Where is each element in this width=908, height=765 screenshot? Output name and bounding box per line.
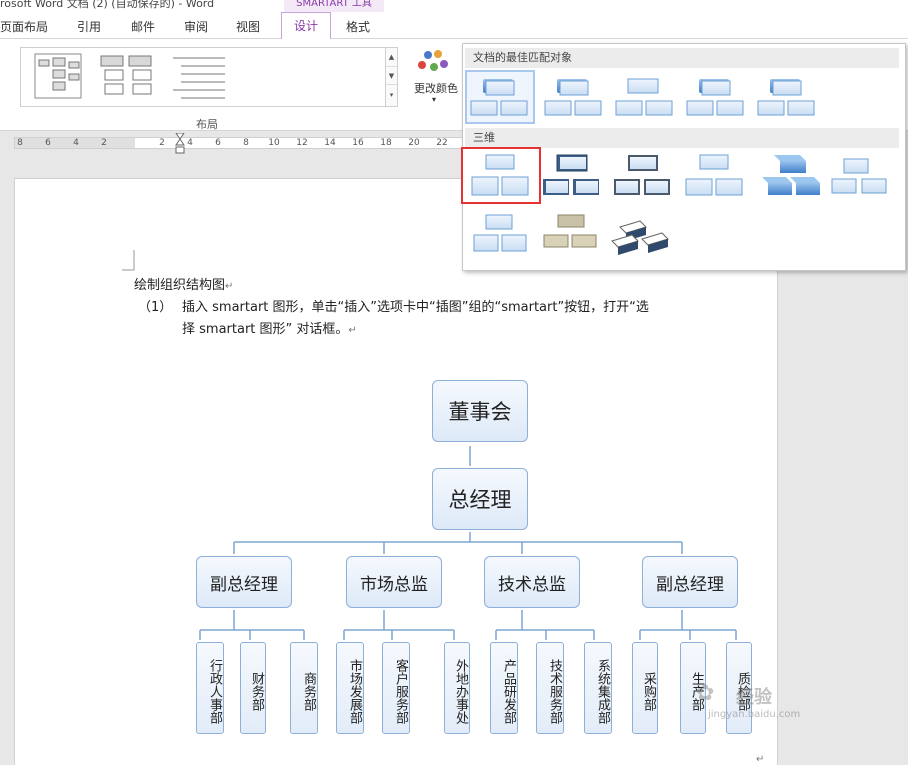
style-option-5[interactable] [757,79,815,116]
org-node-leaf[interactable]: 市场发展部 [332,639,364,734]
style-3d-option-5[interactable] [762,155,820,195]
style-3d-option-8[interactable] [543,214,597,248]
style-option-1[interactable] [465,70,535,124]
org-node-leaf[interactable]: 财务部 [236,639,266,734]
org-node-dept[interactable]: 技术总监 [475,551,580,608]
org-node-leaf[interactable]: 采购部 [628,639,658,734]
org-node-leaf[interactable]: 产品研发部 [486,639,518,734]
style-3d-option-6[interactable] [831,158,887,194]
style-option-2[interactable] [544,79,602,116]
org-node-level2[interactable]: 总经理 [423,463,528,530]
org-node-leaf[interactable]: 外地办事处 [440,639,470,734]
end-para-mark: ↵ [756,754,765,765]
org-node-leaf[interactable]: 商务部 [286,639,318,734]
tab-design[interactable]: 设计 [281,12,331,39]
style-3d-option-4[interactable] [685,154,743,196]
selected-style-highlight [461,147,541,204]
style-3d-option-9[interactable] [611,220,669,255]
style-option-3[interactable] [615,78,673,116]
org-node-dept[interactable]: 副总经理 [633,551,738,608]
watermark-url: jingyan.baidu.com [708,709,801,720]
style-3d-option-7[interactable] [473,214,527,252]
org-node-dept[interactable]: 副总经理 [187,551,292,608]
org-node-root[interactable]: 董事会 [423,375,528,442]
paw-icon: ✿ [696,681,715,706]
org-node-leaf[interactable]: 系统集成部 [580,639,612,734]
org-node-leaf[interactable]: 客户服务部 [378,639,410,734]
style-3d-option-3[interactable] [614,155,670,195]
watermark: ✿ 经验 jingyan.baidu.com [696,681,866,720]
watermark-text: 经验 [736,687,772,708]
style-option-4[interactable] [686,79,744,116]
org-node-leaf[interactable]: 技术服务部 [532,639,564,734]
org-node-leaf[interactable]: 行政人事部 [192,639,224,734]
org-node-dept[interactable]: 市场总监 [337,551,442,608]
style-3d-option-2[interactable] [543,154,599,195]
